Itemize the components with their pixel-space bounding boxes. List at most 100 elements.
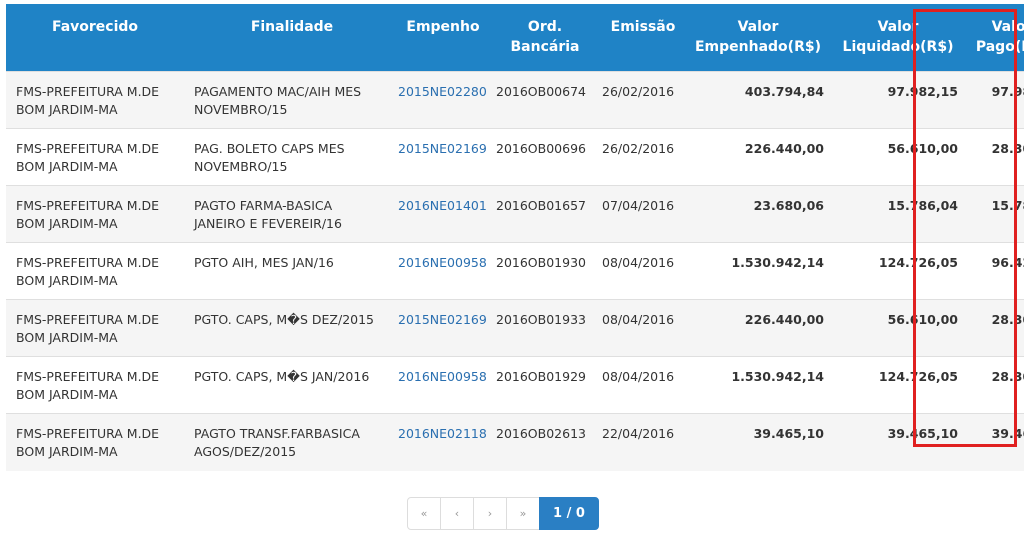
favorecido-line1: FMS-PREFEITURA M.DE	[16, 84, 160, 99]
cell-emissao: 22/04/2016	[598, 413, 688, 471]
cell-empenho: 2016NE01401	[394, 185, 492, 243]
cell-valor-empenhado: 39.465,10	[688, 413, 834, 471]
cell-finalidade: PAG. BOLETO CAPS MES NOVEMBRO/15	[178, 128, 394, 186]
next-page-button[interactable]: ›	[473, 497, 507, 530]
cell-valor-liquidado: 97.982,15	[834, 71, 958, 129]
table-header: Favorecido Finalidade Empenho Ord. Bancár…	[6, 4, 1024, 72]
empenho-link[interactable]: 2016NE00958	[398, 369, 487, 384]
finalidade-line1: PGTO. CAPS, M�S DEZ/2015	[194, 312, 375, 327]
cell-ord-bancaria: 2016OB00674	[492, 71, 598, 129]
header-emissao-label: Emissão	[610, 19, 676, 35]
cell-finalidade: PGTO. CAPS, M�S JAN/2016	[178, 356, 394, 414]
cell-emissao: 07/04/2016	[598, 185, 688, 243]
favorecido-line2: BOM JARDIM-MA	[16, 387, 118, 402]
header-empenho-label: Empenho	[406, 19, 480, 35]
header-empenho[interactable]: Empenho	[394, 4, 492, 72]
first-page-button[interactable]: «	[407, 497, 441, 530]
header-emissao[interactable]: Emissão	[598, 4, 688, 72]
finalidade-line1: PAG. BOLETO CAPS MES	[194, 141, 345, 156]
header-row: Favorecido Finalidade Empenho Ord. Bancár…	[6, 4, 1024, 72]
previous-page-button[interactable]: ‹	[440, 497, 474, 530]
cell-valor-liquidado: 39.465,10	[834, 413, 958, 471]
header-valor-pago[interactable]: Valor Pago(R$)	[958, 4, 1024, 72]
table-row: FMS-PREFEITURA M.DE BOM JARDIM-MA PAG. BO…	[6, 128, 1024, 186]
cell-empenho: 2015NE02280	[394, 71, 492, 129]
cell-finalidade: PAGAMENTO MAC/AIH MES NOVEMBRO/15	[178, 71, 394, 129]
last-page-button[interactable]: »	[506, 497, 540, 530]
empenho-link[interactable]: 2016NE01401	[398, 198, 487, 213]
empenho-link[interactable]: 2016NE00958	[398, 255, 487, 270]
cell-empenho: 2015NE02169	[394, 299, 492, 357]
header-vli-line2: Liquidado(R$)	[842, 39, 954, 55]
cell-empenho: 2015NE02169	[394, 128, 492, 186]
table-row: FMS-PREFEITURA M.DE BOM JARDIM-MA PGTO AI…	[6, 242, 1024, 300]
header-ord-bancaria[interactable]: Ord. Bancária	[492, 4, 598, 72]
header-vem-line2: Empenhado(R$)	[694, 39, 821, 55]
header-valor-empenhado[interactable]: Valor Empenhado(R$)	[688, 4, 834, 72]
cell-valor-empenhado: 403.794,84	[688, 71, 834, 129]
header-vli-label: Valor Liquidado(R$)	[838, 4, 958, 57]
finalidade-line1: PAGAMENTO MAC/AIH MES	[194, 84, 362, 99]
cell-valor-pago: 28.305,00	[958, 299, 1024, 357]
header-ord-label: Ord. Bancária	[496, 4, 594, 57]
header-ord-line2: Bancária	[510, 39, 580, 55]
finalidade-line1: PGTO AIH, MES JAN/16	[194, 255, 334, 270]
cell-empenho: 2016NE00958	[394, 242, 492, 300]
empenho-link[interactable]: 2015NE02280	[398, 84, 487, 99]
cell-ord-bancaria: 2016OB00696	[492, 128, 598, 186]
favorecido-line2: BOM JARDIM-MA	[16, 216, 118, 231]
header-vli-line1: Valor	[877, 19, 919, 35]
cell-ord-bancaria: 2016OB01930	[492, 242, 598, 300]
favorecido-line2: BOM JARDIM-MA	[16, 102, 118, 117]
cell-emissao: 08/04/2016	[598, 299, 688, 357]
cell-valor-liquidado: 124.726,05	[834, 242, 958, 300]
cell-favorecido: FMS-PREFEITURA M.DE BOM JARDIM-MA	[6, 185, 178, 243]
header-favorecido-label: Favorecido	[51, 19, 139, 35]
pagination: « ‹ › » 1 / 0	[407, 497, 599, 530]
finalidade-line2: JANEIRO E FEVEREIR/16	[194, 216, 342, 231]
favorecido-line1: FMS-PREFEITURA M.DE	[16, 426, 160, 441]
favorecido-line1: FMS-PREFEITURA M.DE	[16, 312, 160, 327]
cell-valor-pago: 39.465,10	[958, 413, 1024, 471]
favorecido-line2: BOM JARDIM-MA	[16, 159, 118, 174]
cell-valor-pago: 97.982,15	[958, 71, 1024, 129]
cell-valor-empenhado: 1.530.942,14	[688, 356, 834, 414]
table-row: FMS-PREFEITURA M.DE BOM JARDIM-MA PGTO. C…	[6, 299, 1024, 357]
cell-empenho: 2016NE00958	[394, 356, 492, 414]
favorecido-line1: FMS-PREFEITURA M.DE	[16, 369, 160, 384]
cell-emissao: 08/04/2016	[598, 242, 688, 300]
cell-emissao: 26/02/2016	[598, 71, 688, 129]
header-vem-line1: Valor	[737, 19, 779, 35]
header-ord-line1: Ord.	[527, 19, 563, 35]
empenho-link[interactable]: 2016NE02118	[398, 426, 487, 441]
cell-valor-empenhado: 226.440,00	[688, 128, 834, 186]
finalidade-line2: NOVEMBRO/15	[194, 159, 288, 174]
favorecido-line1: FMS-PREFEITURA M.DE	[16, 141, 160, 156]
current-page-indicator: 1 / 0	[539, 497, 599, 530]
favorecido-line2: BOM JARDIM-MA	[16, 330, 118, 345]
header-finalidade[interactable]: Finalidade	[178, 4, 394, 72]
cell-valor-empenhado: 1.530.942,14	[688, 242, 834, 300]
cell-finalidade: PAGTO FARMA-BASICA JANEIRO E FEVEREIR/16	[178, 185, 394, 243]
cell-valor-liquidado: 124.726,05	[834, 356, 958, 414]
finalidade-line2: NOVEMBRO/15	[194, 102, 288, 117]
cell-valor-empenhado: 226.440,00	[688, 299, 834, 357]
cell-finalidade: PAGTO TRANSF.FARBASICA AGOS/DEZ/2015	[178, 413, 394, 471]
favorecido-line1: FMS-PREFEITURA M.DE	[16, 255, 160, 270]
finalidade-line2: AGOS/DEZ/2015	[194, 444, 297, 459]
favorecido-line2: BOM JARDIM-MA	[16, 444, 118, 459]
cell-emissao: 08/04/2016	[598, 356, 688, 414]
favorecido-line2: BOM JARDIM-MA	[16, 273, 118, 288]
cell-valor-pago: 15.786,04	[958, 185, 1024, 243]
empenho-link[interactable]: 2015NE02169	[398, 141, 487, 156]
cell-favorecido: FMS-PREFEITURA M.DE BOM JARDIM-MA	[6, 356, 178, 414]
empenho-link[interactable]: 2015NE02169	[398, 312, 487, 327]
header-vpg-line1: Valor	[991, 19, 1024, 35]
header-favorecido[interactable]: Favorecido	[6, 4, 178, 72]
header-vem-label: Valor Empenhado(R$)	[692, 4, 824, 57]
header-vpg-label: Valor Pago(R$)	[962, 4, 1024, 57]
cell-finalidade: PGTO. CAPS, M�S DEZ/2015	[178, 299, 394, 357]
header-valor-liquidado[interactable]: Valor Liquidado(R$)	[834, 4, 958, 72]
table-row: FMS-PREFEITURA M.DE BOM JARDIM-MA PGTO. C…	[6, 356, 1024, 414]
cell-valor-pago: 96.421,05	[958, 242, 1024, 300]
